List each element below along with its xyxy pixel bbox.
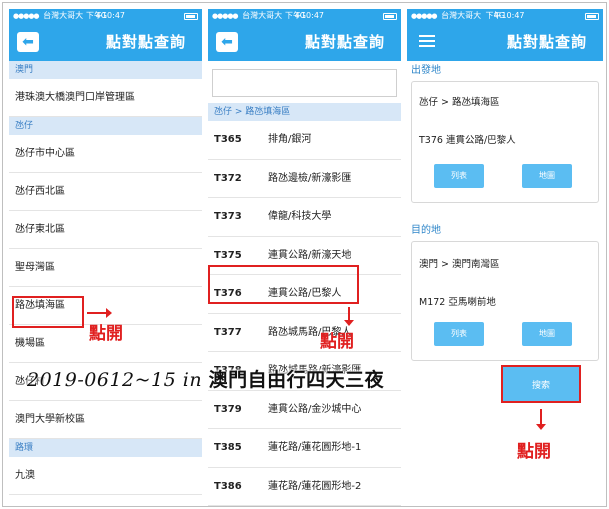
caption-date: 2019-0612~15 in	[27, 369, 209, 391]
highlight-box-t376	[208, 265, 359, 304]
hamburger-menu-icon[interactable]	[417, 32, 437, 52]
route-code: T386	[214, 480, 242, 492]
destination-map-button[interactable]: 地圖	[522, 322, 572, 346]
carrier-name: 台灣大哥大	[441, 11, 482, 20]
battery-icon	[383, 13, 397, 20]
annotation-arrow-right	[87, 308, 112, 318]
list-item[interactable]: 港珠澳大橋澳門口岸管理區	[9, 79, 202, 117]
page-title: 點對點查詢	[105, 33, 186, 51]
origin-label: 出發地	[411, 65, 441, 76]
list-item[interactable]: 氹仔東北區	[9, 211, 202, 249]
route-code: T365	[214, 134, 242, 145]
status-time: 下午10:47	[284, 11, 325, 20]
route-row[interactable]: T386 蓮花路/蓮花圓形地-2	[208, 468, 401, 506]
list-item[interactable]: 澳門大學新校區	[9, 401, 202, 439]
stop-name: 路氹邊檢/新濠影匯	[268, 172, 352, 184]
nav-header: ⬅ 點對點查詢	[9, 23, 202, 61]
battery-icon	[184, 13, 198, 20]
status-time: 下午10:47	[85, 11, 126, 20]
search-input[interactable]	[212, 69, 397, 97]
annotation-arrow-down	[536, 409, 546, 430]
section-header-taipa: 氹仔	[9, 117, 202, 135]
list-item[interactable]: 氹仔市中心區	[9, 135, 202, 173]
section-header-macau: 澳門	[9, 61, 202, 79]
carrier-name: 台灣大哥大	[242, 11, 283, 20]
signal-dots-icon: ●●●●●	[13, 12, 40, 20]
composite-frame: ●●●●● 台灣大哥大 4G 下午10:47 ⬅ 點對點查詢 澳門 港珠澳大橋澳…	[2, 2, 607, 507]
nav-header: 點對點查詢	[407, 23, 603, 61]
phone-screen-stop-list: ●●●●● 台灣大哥大 4G 下午10:47 ⬅ 點對點查詢 氹仔 > 路氹填海…	[208, 9, 401, 506]
battery-icon	[585, 13, 599, 20]
back-arrow-icon[interactable]: ⬅	[17, 32, 39, 52]
stop-name: 排角/銀河	[268, 134, 312, 145]
nav-header: ⬅ 點對點查詢	[208, 23, 401, 61]
origin-area: 氹仔 > 路氹填海區	[419, 97, 500, 108]
route-code: T377	[214, 326, 242, 338]
route-row[interactable]: T377 路氹城馬路/巴黎人	[208, 314, 401, 352]
phone-screen-district-list: ●●●●● 台灣大哥大 4G 下午10:47 ⬅ 點對點查詢 澳門 港珠澳大橋澳…	[9, 9, 202, 506]
destination-card: 澳門 > 澳門南灣區 M172 亞馬喇前地 列表 地圖	[411, 241, 599, 361]
route-row[interactable]: T372 路氹邊檢/新濠影匯	[208, 160, 401, 198]
caption-title: 澳門自由行四天三夜	[208, 369, 385, 391]
list-item[interactable]: 九澳	[9, 457, 202, 495]
route-row[interactable]: T373 偉龍/科技大學	[208, 198, 401, 237]
annotation-arrow-down	[344, 307, 354, 326]
breadcrumb: 氹仔 > 路氹填海區	[208, 103, 401, 121]
signal-dots-icon: ●●●●●	[212, 12, 239, 20]
back-arrow-icon[interactable]: ⬅	[216, 32, 238, 52]
origin-stop: T376 連貫公路/巴黎人	[419, 135, 516, 146]
route-code: T385	[214, 442, 242, 453]
destination-list-button[interactable]: 列表	[434, 322, 484, 346]
section-header-coloane: 路環	[9, 439, 202, 457]
page-title: 點對點查詢	[304, 33, 385, 51]
route-code: T373	[214, 211, 242, 222]
origin-list-button[interactable]: 列表	[434, 164, 484, 188]
destination-area: 澳門 > 澳門南灣區	[419, 259, 500, 270]
stop-name: 連貫公路/金沙城中心	[268, 403, 362, 415]
route-row[interactable]: T365 排角/銀河	[208, 121, 401, 160]
stop-name: 蓮花路/蓮花圓形地-2	[268, 480, 362, 492]
stop-name: 偉龍/科技大學	[268, 211, 332, 222]
annotation-click-open: 點開	[89, 324, 123, 344]
destination-label: 目的地	[411, 225, 441, 236]
highlight-box-cotai	[12, 296, 84, 328]
route-row[interactable]: T385 蓮花路/蓮花圓形地-1	[208, 429, 401, 468]
status-bar: ●●●●● 台灣大哥大 4G 下午10:47	[9, 9, 202, 23]
phone-screen-route-search: ●●●●● 台灣大哥大 4G 下午10:47 點對點查詢 出發地 氹仔 > 路氹…	[407, 9, 603, 506]
stop-name: 蓮花路/蓮花圓形地-1	[268, 442, 362, 453]
origin-card: 氹仔 > 路氹填海區 T376 連貫公路/巴黎人 列表 地圖	[411, 81, 599, 203]
route-row[interactable]: T379 連貫公路/金沙城中心	[208, 391, 401, 429]
annotation-click-open: 點開	[517, 442, 551, 462]
status-time: 下午10:47	[485, 11, 525, 20]
route-code: T372	[214, 172, 242, 184]
origin-map-button[interactable]: 地圖	[522, 164, 572, 188]
carrier-name: 台灣大哥大	[43, 11, 84, 20]
list-item[interactable]: 聖母灣區	[9, 249, 202, 287]
blog-caption: 2019-0612~15 in 澳門自由行四天三夜	[27, 365, 384, 392]
signal-dots-icon: ●●●●●	[411, 12, 438, 20]
route-code: T379	[214, 403, 242, 415]
status-bar: ●●●●● 台灣大哥大 4G 下午10:47	[407, 9, 603, 23]
status-bar: ●●●●● 台灣大哥大 4G 下午10:47	[208, 9, 401, 23]
annotation-click-open: 點開	[320, 332, 354, 352]
list-item[interactable]: 氹仔西北區	[9, 173, 202, 211]
page-title: 點對點查詢	[506, 33, 587, 51]
destination-stop: M172 亞馬喇前地	[419, 297, 496, 308]
search-button[interactable]: 搜索	[501, 365, 581, 403]
